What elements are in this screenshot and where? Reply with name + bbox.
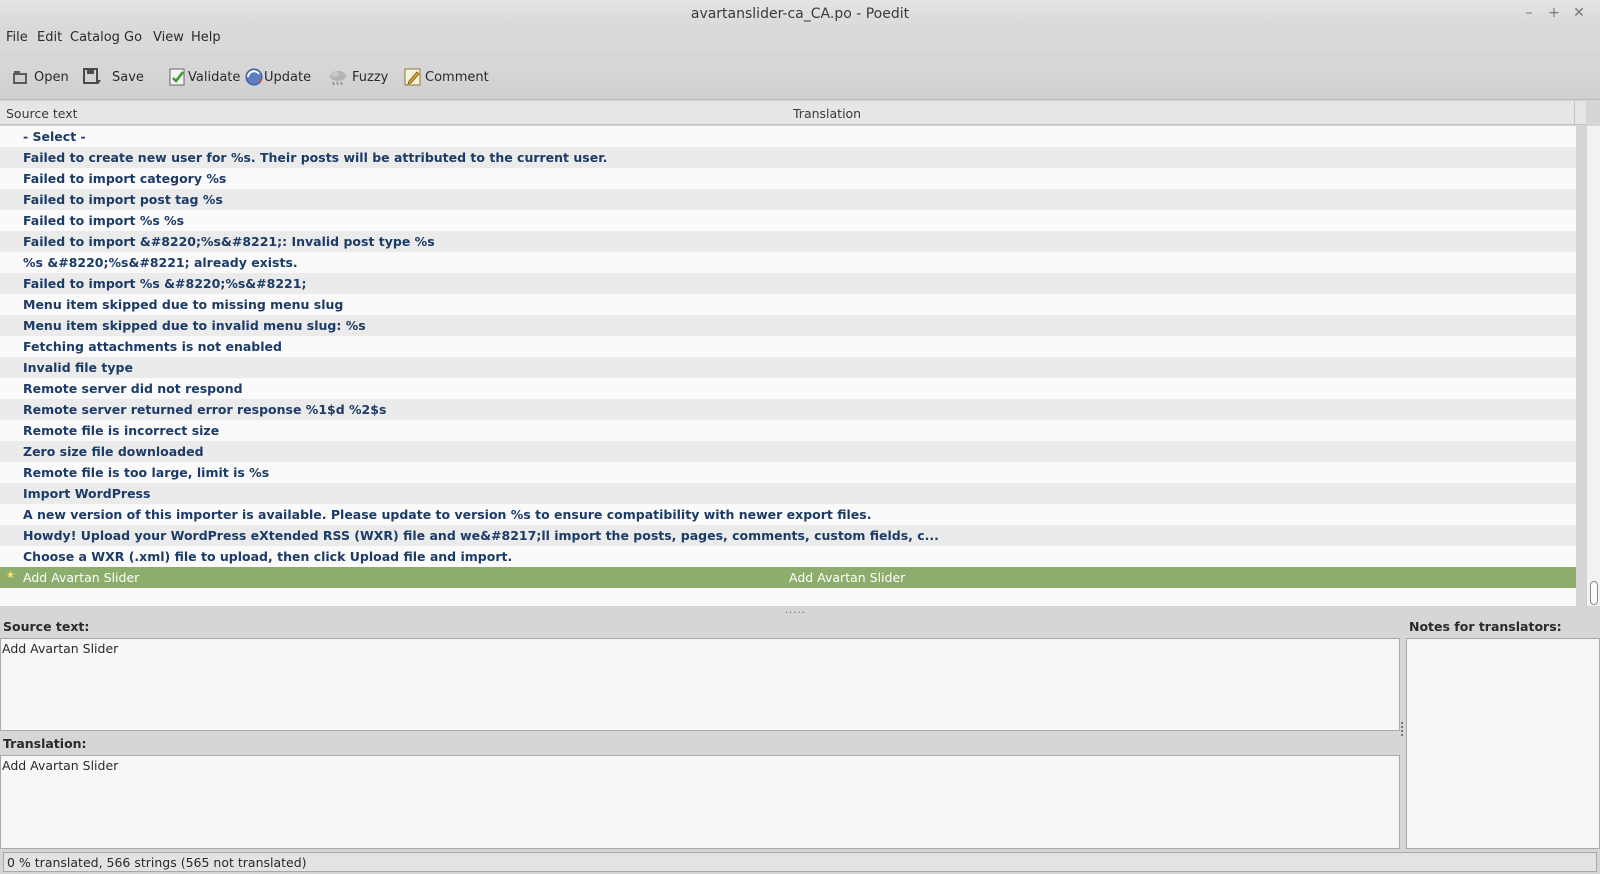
status-text: 0 % translated, 566 strings (565 not tra… [3,852,1597,872]
list-row[interactable]: Menu item skipped due to missing menu sl… [0,294,1576,315]
update-icon [244,67,264,87]
open-button[interactable]: Open [10,64,69,90]
row-source: Remote file is incorrect size [23,423,220,438]
row-source: Choose a WXR (.xml) file to upload, then… [23,549,513,564]
list-row[interactable]: Howdy! Upload your WordPress eXtended RS… [0,525,1576,546]
list-row[interactable]: Failed to import &#8220;%s&#8221;: Inval… [0,231,1576,252]
open-label: Open [34,69,69,85]
column-translation-header[interactable]: Translation [793,106,861,121]
row-source: Remote server returned error response %1… [23,402,387,417]
row-source: Remote file is too large, limit is %s [23,465,270,480]
row-source: %s &#8220;%s&#8221; already exists. [23,255,298,270]
list-row[interactable]: Zero size file downloaded [0,441,1576,462]
list-row[interactable]: Failed to import category %s [0,168,1576,189]
menu-catalog[interactable]: Catalog [70,30,120,45]
fuzzy-button[interactable]: Fuzzy [328,64,388,90]
fuzzy-icon [328,67,348,87]
translation-label: Translation: [3,736,87,751]
validate-icon [168,67,188,87]
validate-label: Validate [188,69,241,85]
row-source: Failed to import category %s [23,171,227,186]
list-row[interactable]: Fetching attachments is not enabled [0,336,1576,357]
list-row[interactable]: Choose a WXR (.xml) file to upload, then… [0,546,1576,567]
list-row[interactable]: Failed to create new user for %s. Their … [0,147,1576,168]
row-source: Invalid file type [23,360,133,375]
toolbar: Open Save Validate Update Fuzzy Comment [0,56,1600,100]
status-bar: 0 % translated, 566 strings (565 not tra… [0,851,1600,874]
notes-label: Notes for translators: [1409,619,1562,634]
menu-help[interactable]: Help [191,30,221,45]
open-icon [10,67,30,87]
row-source: Failed to import post tag %s [23,192,223,207]
row-source: Remote server did not respond [23,381,243,396]
save-icon [82,67,102,87]
validate-button[interactable]: Validate [168,64,240,90]
list-row[interactable]: Import WordPress [0,483,1576,504]
list-row[interactable]: - Select - [0,126,1576,147]
menu-go[interactable]: Go [124,30,142,45]
row-source: Failed to import &#8220;%s&#8221;: Inval… [23,234,435,249]
comment-label: Comment [425,69,489,85]
row-source: Fetching attachments is not enabled [23,339,282,354]
comment-icon [403,67,423,87]
save-button[interactable]: Save [82,64,144,90]
title-bar: avartanslider-ca_CA.po - Poedit – + ✕ [0,0,1600,28]
row-source: - Select - [23,129,86,144]
list-row[interactable]: %s &#8220;%s&#8221; already exists. [0,252,1576,273]
list-row[interactable]: A new version of this importer is availa… [0,504,1576,525]
maximize-button[interactable]: + [1545,4,1563,22]
list-row[interactable]: Failed to import %s %s [0,210,1576,231]
minimize-button[interactable]: – [1520,4,1538,22]
row-source: Add Avartan Slider [23,570,140,585]
pane-splitter[interactable]: ····· [0,606,1600,619]
menu-view[interactable]: View [153,30,184,45]
menu-file[interactable]: File [6,30,28,45]
list-row[interactable]: Remote server returned error response %1… [0,399,1576,420]
list-row[interactable]: Remote file is too large, limit is %s [0,462,1576,483]
list-header: Source text Translation [0,101,1586,125]
fuzzy-label: Fuzzy [352,69,389,85]
row-source: Menu item skipped due to invalid menu sl… [23,318,366,333]
close-button[interactable]: ✕ [1570,4,1588,22]
list-row[interactable]: Invalid file type [0,357,1576,378]
row-source: Failed to import %s %s [23,213,185,228]
scrollbar-thumb[interactable] [1590,581,1598,605]
editor-splitter-grip[interactable] [1400,720,1404,744]
menu-edit[interactable]: Edit [37,30,62,45]
list-row[interactable]: Remote file is incorrect size [0,420,1576,441]
header-divider [1574,101,1575,125]
row-source: Menu item skipped due to missing menu sl… [23,297,344,312]
list-row-selected[interactable]: ★ Add Avartan Slider Add Avartan Slider [0,567,1576,588]
source-text-box: Add Avartan Slider [0,638,1400,731]
list-scrollbar[interactable] [1586,126,1600,606]
menu-bar: File Edit Catalog Go View Help [0,28,1600,50]
window-title: avartanslider-ca_CA.po - Poedit [690,6,910,22]
column-source-header[interactable]: Source text [6,106,78,121]
list-row[interactable]: Failed to import post tag %s [0,189,1576,210]
save-label: Save [112,69,144,85]
list-row[interactable]: Remote server did not respond [0,378,1576,399]
list-row[interactable]: Failed to import %s &#8220;%s&#8221; [0,273,1576,294]
update-button[interactable]: Update [244,64,311,90]
row-source: Howdy! Upload your WordPress eXtended RS… [23,528,939,543]
row-source: A new version of this importer is availa… [23,507,872,522]
star-icon: ★ [6,570,15,581]
comment-button[interactable]: Comment [403,64,489,90]
row-source: Import WordPress [23,486,151,501]
source-text-label: Source text: [3,619,90,634]
strings-list[interactable]: - Select - Failed to create new user for… [0,126,1576,606]
translation-field[interactable]: Add Avartan Slider [0,755,1400,849]
list-row[interactable]: Menu item skipped due to invalid menu sl… [0,315,1576,336]
update-label: Update [264,69,312,85]
row-translation: Add Avartan Slider [789,570,906,585]
row-source: Failed to import %s &#8220;%s&#8221; [23,276,307,291]
row-source: Failed to create new user for %s. Their … [23,150,608,165]
splitter-grip-icon: ····· [785,608,806,619]
row-source: Zero size file downloaded [23,444,204,459]
notes-box [1406,638,1600,849]
